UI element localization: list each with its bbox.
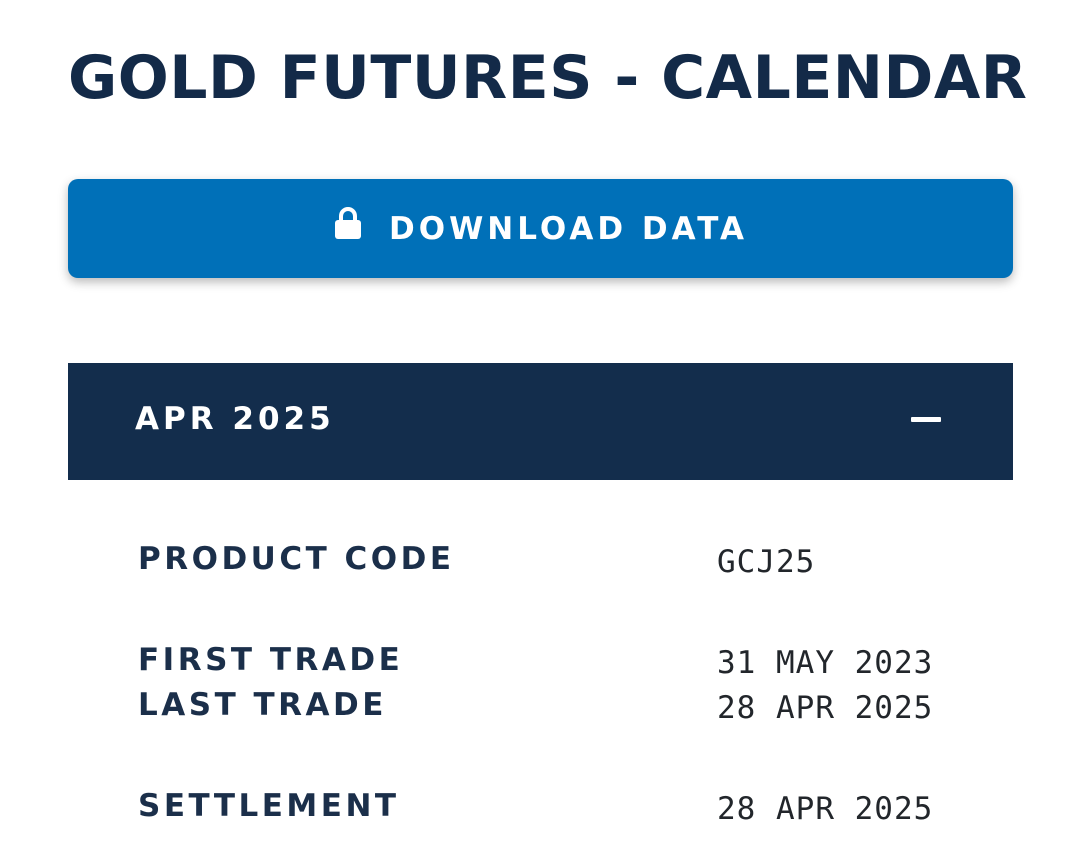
first-trade-value: 31 MAY 2023 — [717, 645, 934, 681]
first-trade-label: FIRST TRADE — [138, 642, 404, 678]
product-code-value: GCJ25 — [717, 544, 816, 580]
download-data-button[interactable]: DOWNLOAD DATA — [68, 179, 1013, 278]
accordion-header-apr-2025[interactable]: APR 2025 — [68, 363, 1013, 480]
lock-icon — [333, 206, 363, 240]
minus-icon[interactable] — [911, 417, 941, 422]
download-data-label: DOWNLOAD DATA — [389, 210, 748, 247]
settlement-label: SETTLEMENT — [138, 788, 400, 824]
page: GOLD FUTURES - CALENDAR DOWNLOAD DATA AP… — [0, 0, 1079, 856]
accordion-title: APR 2025 — [135, 401, 335, 437]
last-trade-value: 28 APR 2025 — [717, 690, 934, 726]
last-trade-label: LAST TRADE — [138, 687, 387, 723]
page-title: GOLD FUTURES - CALENDAR — [68, 43, 1028, 113]
settlement-value: 28 APR 2025 — [717, 791, 934, 827]
product-code-label: PRODUCT CODE — [138, 541, 455, 577]
